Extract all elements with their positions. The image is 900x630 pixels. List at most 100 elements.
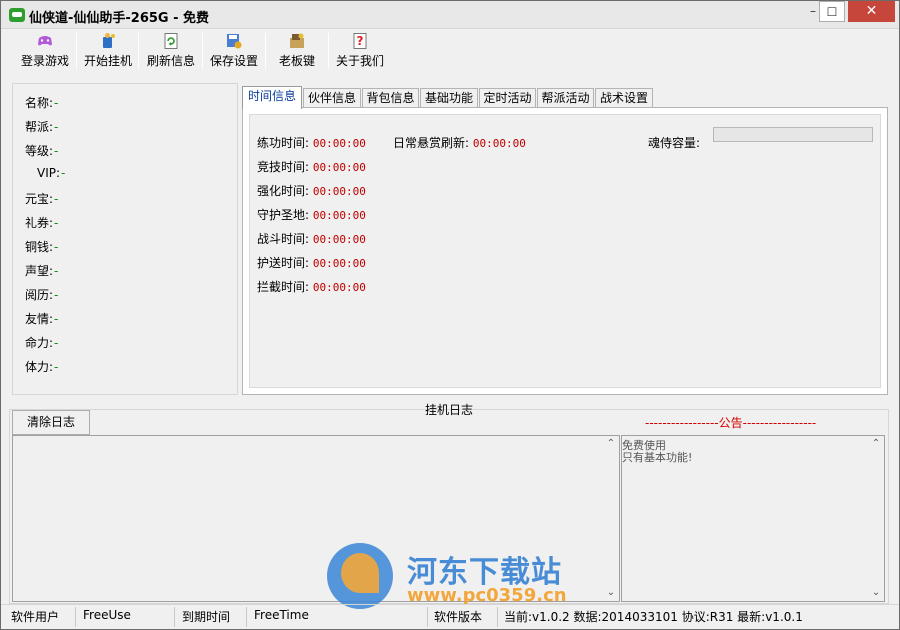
time-value: 00:00:00 — [312, 137, 366, 150]
info-label: 声望: — [25, 264, 54, 278]
info-row-prestige: 声望:- — [25, 262, 58, 279]
about-us-button[interactable]: ? 关于我们 — [332, 32, 388, 70]
daily-refresh-value: 00:00:00 — [472, 137, 526, 150]
info-label: 名称: — [25, 96, 54, 110]
info-value: - — [54, 264, 59, 278]
app-window: 仙侠道-仙仙助手-265G - 免费 – ☐ ✕ 登录游戏 开始挂机 刷新信息 … — [0, 0, 900, 630]
info-value: - — [54, 144, 59, 158]
notice-textarea[interactable]: 免费使用 只有基本功能! ⌃ ⌄ — [621, 435, 885, 602]
user-label: 软件用户 — [11, 610, 60, 624]
status-separator — [246, 607, 247, 627]
tab-guild-events[interactable]: 帮派活动 — [537, 88, 594, 108]
info-value: - — [54, 288, 59, 302]
toolbar-label: 关于我们 — [335, 54, 384, 68]
info-label: 礼券: — [25, 216, 54, 230]
save-settings-icon — [227, 34, 242, 49]
toolbar: 登录游戏 开始挂机 刷新信息 保存设置 老板键 ? 关于我们 — [1, 29, 899, 71]
soul-capacity-bar — [713, 127, 873, 142]
boss-key-icon — [290, 33, 304, 48]
info-label: 元宝: — [25, 192, 54, 206]
info-row-copper: 铜钱:- — [25, 238, 58, 255]
window-title: 仙侠道-仙仙助手-265G - 免费 — [29, 11, 210, 26]
maximize-button[interactable]: ☐ — [819, 1, 845, 22]
info-row-guild: 帮派:- — [25, 118, 58, 135]
time-label: 强化时间: — [257, 184, 310, 198]
info-row-level: 等级:- — [25, 142, 58, 159]
info-row-ingot: 元宝:- — [25, 190, 58, 207]
scroll-up-icon[interactable]: ⌃ — [605, 438, 617, 450]
info-label: 友情: — [25, 312, 54, 326]
controller-icon — [38, 36, 52, 46]
info-label: 等级: — [25, 144, 54, 158]
toolbar-separator — [76, 33, 77, 69]
clear-log-button[interactable]: 清除日志 — [12, 410, 90, 435]
time-value: 00:00:00 — [312, 161, 366, 174]
info-label: 帮派: — [25, 120, 54, 134]
enhance-time-row: 强化时间: 00:00:00 — [257, 182, 366, 199]
info-value: - — [61, 166, 66, 180]
toolbar-separator — [138, 33, 139, 69]
time-label: 练功时间: — [257, 136, 310, 150]
info-row-vip: VIP:- — [37, 166, 65, 180]
time-value: 00:00:00 — [312, 281, 366, 294]
start-afk-button[interactable]: 开始挂机 — [80, 32, 136, 70]
tab-partner-info[interactable]: 伙伴信息 — [303, 88, 361, 108]
practice-time-row: 练功时间: 00:00:00 — [257, 134, 366, 151]
login-game-button[interactable]: 登录游戏 — [15, 32, 75, 70]
info-label: 体力: — [25, 360, 54, 374]
character-info-panel: 名称:- 帮派:- 等级:- VIP:- 元宝:- 礼券:- 铜钱:- 声望:-… — [12, 83, 238, 395]
daily-bounty-refresh-row: 日常悬赏刷新: 00:00:00 — [393, 134, 526, 151]
toolbar-separator — [202, 33, 203, 69]
time-info-group: 练功时间: 00:00:00 竞技时间: 00:00:00 强化时间: 00:0… — [249, 114, 881, 388]
watermark-url: www.pc0359.cn — [407, 585, 567, 606]
guard-sanctuary-row: 守护圣地: 00:00:00 — [257, 206, 366, 223]
toolbar-label: 登录游戏 — [20, 54, 69, 68]
title-bar: 仙侠道-仙仙助手-265G - 免费 – ☐ ✕ — [1, 1, 899, 29]
scroll-up-icon[interactable]: ⌃ — [870, 438, 882, 450]
tab-tactics-settings[interactable]: 战术设置 — [595, 88, 653, 108]
scroll-down-icon[interactable]: ⌄ — [870, 587, 882, 599]
tab-bag-info[interactable]: 背包信息 — [362, 88, 419, 108]
controller-app-icon — [9, 8, 25, 22]
status-separator — [497, 607, 498, 627]
log-scrollbar[interactable]: ⌃ ⌄ — [603, 436, 619, 601]
tab-timed-events[interactable]: 定时活动 — [479, 88, 536, 108]
info-value: - — [54, 120, 59, 134]
daily-refresh-label: 日常悬赏刷新: — [393, 136, 470, 150]
info-row-friendship: 友情:- — [25, 310, 58, 327]
info-row-vitality: 命力:- — [25, 334, 58, 351]
save-settings-button[interactable]: 保存设置 — [206, 32, 262, 70]
refresh-info-button[interactable]: 刷新信息 — [142, 32, 200, 70]
tab-basic-functions[interactable]: 基础功能 — [420, 88, 478, 108]
boss-key-button[interactable]: 老板键 — [269, 32, 325, 70]
expire-label: 到期时间 — [182, 610, 231, 624]
toolbar-separator — [265, 33, 266, 69]
notice-scrollbar[interactable]: ⌃ ⌄ — [868, 436, 884, 601]
info-value: - — [54, 216, 59, 230]
info-label: 铜钱: — [25, 240, 54, 254]
time-value: 00:00:00 — [312, 209, 366, 222]
version-label: 软件版本 — [434, 610, 483, 624]
help-icon: ? — [353, 33, 367, 49]
tab-panel: 练功时间: 00:00:00 竞技时间: 00:00:00 强化时间: 00:0… — [242, 107, 888, 395]
arena-time-row: 竞技时间: 00:00:00 — [257, 158, 366, 175]
toolbar-label: 保存设置 — [209, 54, 258, 68]
user-value: FreeUse — [83, 608, 131, 622]
svg-text:?: ? — [357, 34, 364, 48]
info-row-experience: 阅历:- — [25, 286, 58, 303]
scroll-down-icon[interactable]: ⌄ — [605, 587, 617, 599]
watermark-logo-icon — [327, 543, 393, 609]
status-separator — [174, 607, 175, 627]
info-label: 命力: — [25, 336, 54, 350]
intercept-time-row: 拦截时间: 00:00:00 — [257, 278, 366, 295]
time-value: 00:00:00 — [312, 185, 366, 198]
close-button[interactable]: ✕ — [848, 1, 895, 22]
time-label: 竞技时间: — [257, 160, 310, 174]
watermark: 河东下载站 www.pc0359.cn — [327, 541, 587, 611]
info-value: - — [54, 240, 59, 254]
expire-value: FreeTime — [254, 608, 309, 622]
info-row-stamina: 体力:- — [25, 358, 58, 375]
notice-line: 只有基本功能! — [622, 451, 693, 464]
time-value: 00:00:00 — [312, 233, 366, 246]
tab-time-info[interactable]: 时间信息 — [242, 86, 302, 109]
